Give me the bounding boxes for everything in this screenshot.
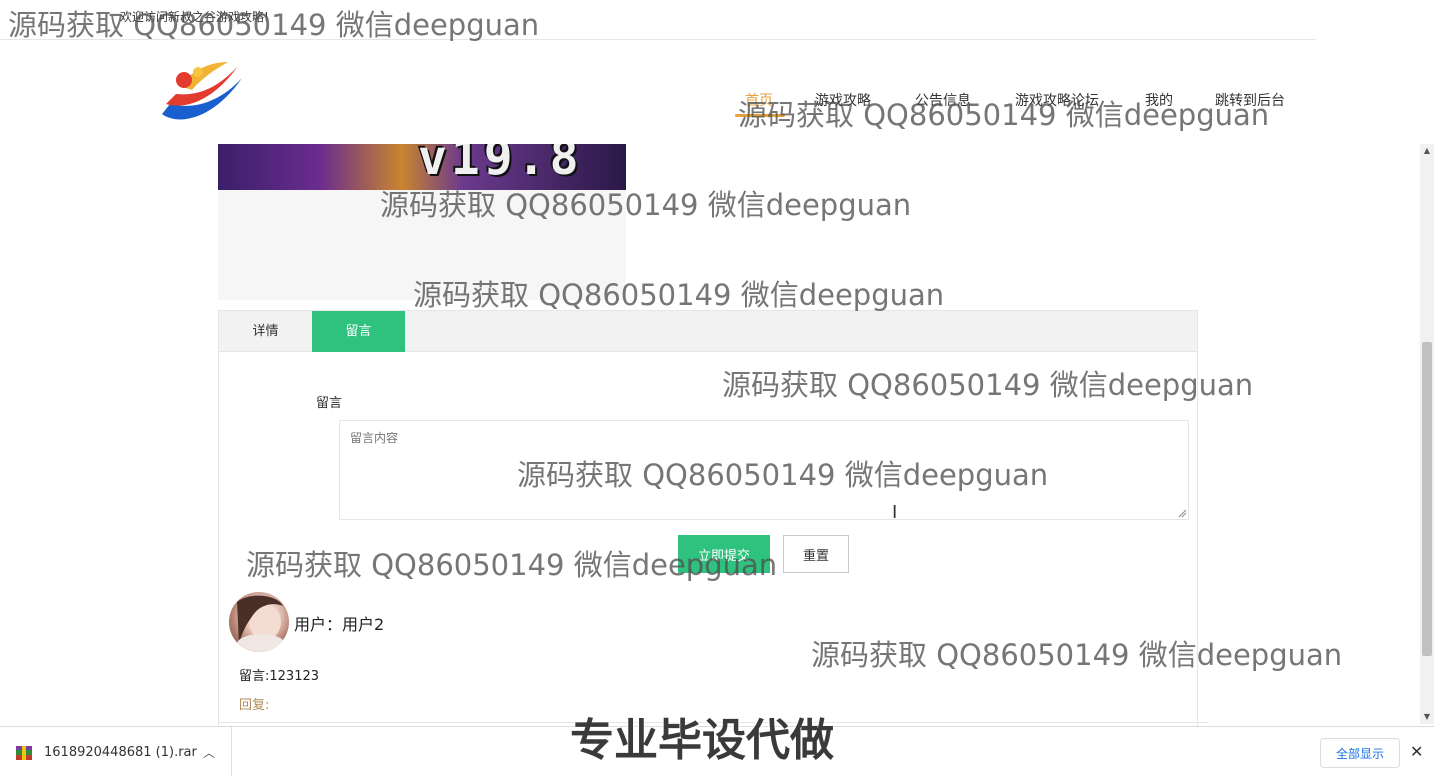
avatar	[229, 592, 289, 652]
download-item[interactable]: 1618920448681 (1).rar ︿	[0, 727, 232, 776]
text-cursor-icon: I	[892, 502, 898, 523]
download-file-name: 1618920448681 (1).rar	[44, 745, 197, 760]
welcome-text: 欢迎访问新叔之谷游戏攻略!	[120, 10, 269, 24]
vertical-scrollbar[interactable]: ▲ ▼	[1420, 144, 1434, 724]
banner-placeholder	[218, 190, 626, 300]
nav-game-guides[interactable]: 游戏攻略	[815, 90, 871, 110]
nav-mine[interactable]: 我的	[1145, 90, 1173, 110]
page: 欢迎访问新叔之谷游戏攻略! 首页 游戏攻略 公告信息 游戏攻略论坛 我的 跳转到…	[0, 0, 1434, 776]
close-icon[interactable]: ✕	[1410, 742, 1423, 761]
submit-button[interactable]: 立即提交	[678, 535, 770, 573]
nav-forum[interactable]: 游戏攻略论坛	[1015, 90, 1099, 110]
detail-panel: 详情 留言	[218, 310, 1198, 730]
nav-announcements[interactable]: 公告信息	[915, 90, 971, 110]
tab-comments[interactable]: 留言	[312, 311, 405, 352]
nav-admin[interactable]: 跳转到后台	[1215, 90, 1285, 110]
comment-user: 用户：用户2	[294, 615, 385, 634]
download-bar: 1618920448681 (1).rar ︿ 全部显示 ✕	[0, 726, 1434, 776]
comment-content: 留言:123123	[239, 669, 320, 684]
comment-input[interactable]	[339, 420, 1189, 520]
comment-reply: 回复:	[239, 698, 270, 713]
show-all-downloads-button[interactable]: 全部显示	[1320, 738, 1400, 768]
top-bar: 欢迎访问新叔之谷游戏攻略!	[0, 0, 1316, 40]
site-logo[interactable]	[158, 56, 248, 128]
nav-home[interactable]: 首页	[745, 90, 773, 110]
reset-button[interactable]: 重置	[783, 535, 849, 573]
nav-active-underline	[735, 114, 785, 117]
tab-bar: 详情 留言	[219, 311, 1197, 352]
chevron-up-icon[interactable]: ︿	[203, 744, 215, 761]
scroll-up-icon[interactable]: ▲	[1420, 144, 1434, 158]
banner-image: v19.8	[218, 144, 626, 190]
scroll-thumb[interactable]	[1422, 342, 1432, 656]
rar-file-icon	[16, 746, 32, 760]
scroll-down-icon[interactable]: ▼	[1420, 710, 1434, 724]
tab-details[interactable]: 详情	[219, 311, 312, 352]
comment-form-label: 留言	[316, 396, 343, 411]
comment-divider	[218, 722, 1208, 723]
resize-grip-icon[interactable]	[1177, 508, 1187, 518]
banner-version-text: v19.8	[418, 144, 583, 186]
